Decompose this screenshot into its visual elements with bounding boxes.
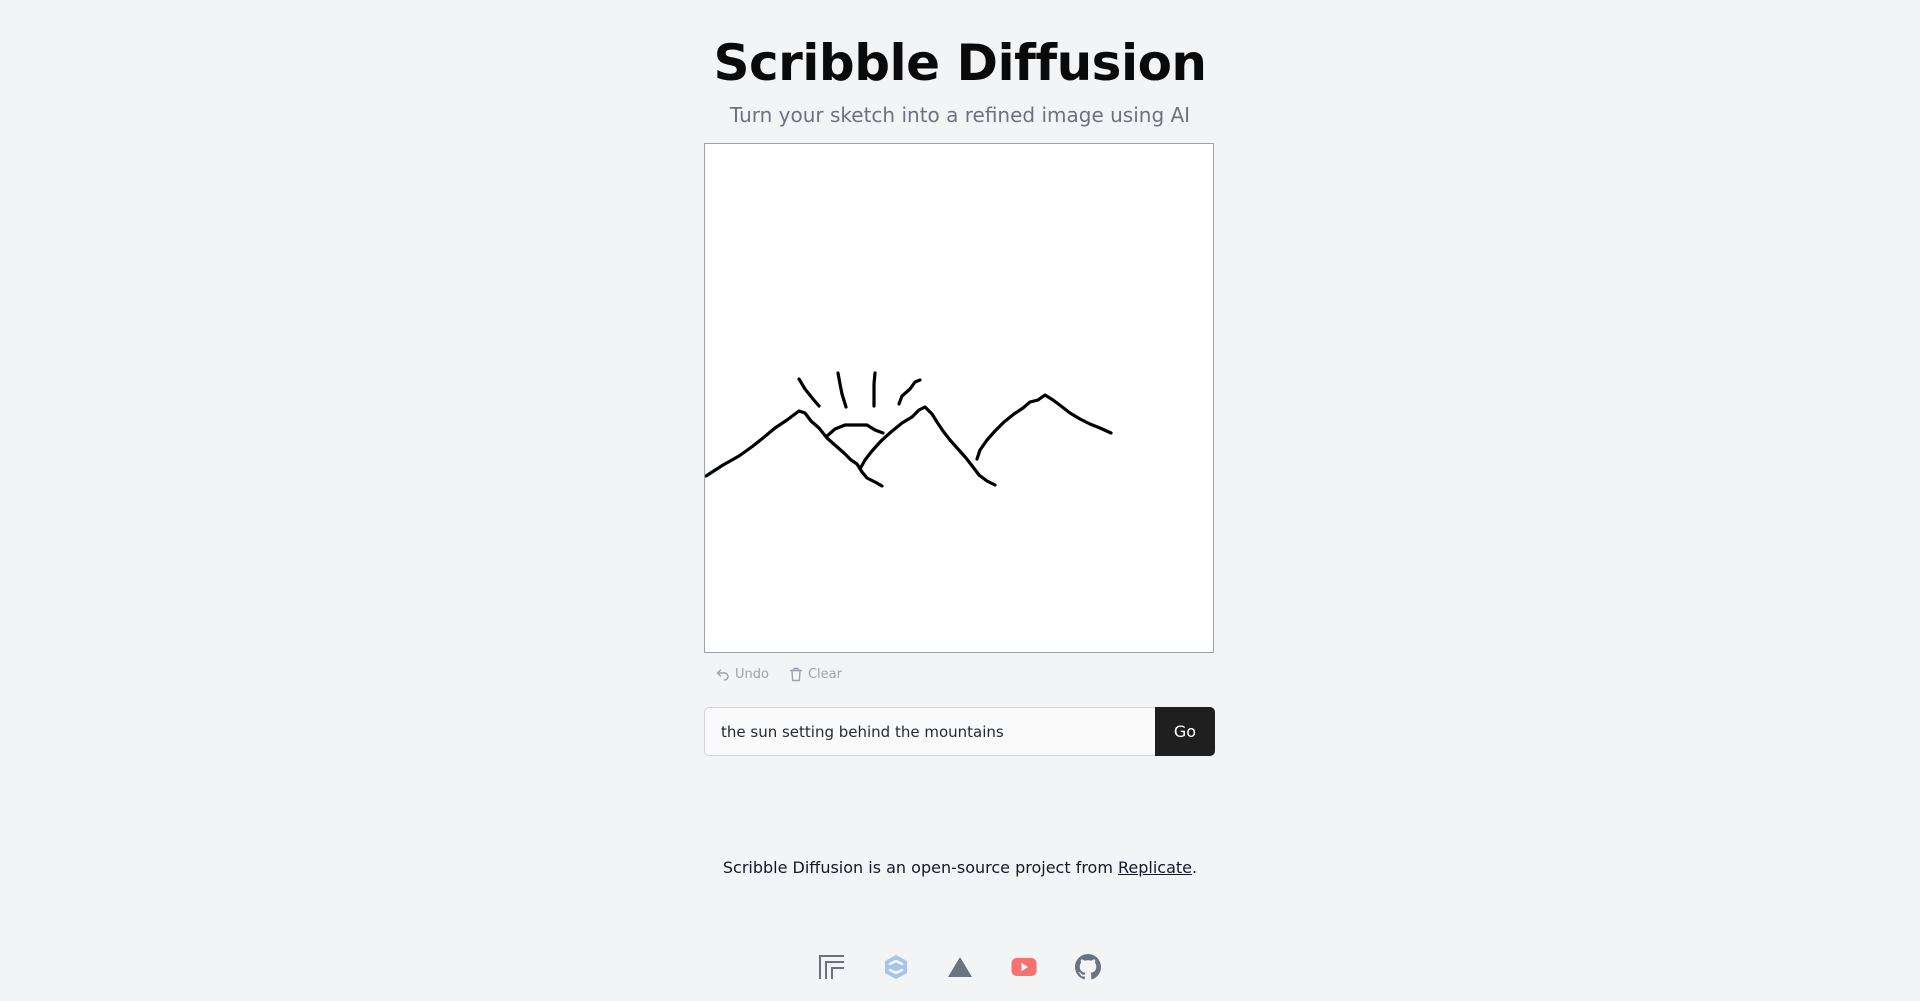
undo-label: Undo (735, 666, 769, 682)
prompt-input[interactable] (704, 707, 1155, 756)
sketch-drawing (705, 371, 1113, 488)
replicate-icon[interactable] (819, 954, 845, 980)
undo-icon (716, 667, 730, 681)
blog-icon[interactable] (883, 954, 909, 980)
undo-button[interactable]: Undo (716, 667, 769, 682)
page: Scribble Diffusion Turn your sketch into… (0, 0, 1920, 1001)
clear-button[interactable]: Clear (789, 667, 842, 682)
github-icon[interactable] (1075, 954, 1101, 980)
go-button[interactable]: Go (1155, 707, 1215, 756)
footer-text-before: Scribble Diffusion is an open-source pro… (722, 858, 1119, 877)
youtube-icon[interactable] (1011, 954, 1037, 980)
trash-icon (789, 667, 803, 682)
replicate-link[interactable]: Replicate (1118, 858, 1192, 877)
drawing-canvas[interactable] (704, 143, 1214, 653)
page-subtitle: Turn your sketch into a refined image us… (729, 103, 1191, 127)
page-title: Scribble Diffusion (713, 34, 1207, 92)
canvas-toolbar: Undo Clear (716, 664, 842, 684)
clear-label: Clear (807, 666, 842, 682)
footer-text: Scribble Diffusion is an open-source pro… (0, 857, 1920, 879)
social-links (0, 954, 1920, 980)
prompt-form: Go (704, 707, 1215, 756)
footer-text-after: . (1192, 858, 1198, 877)
vercel-icon[interactable] (947, 954, 973, 980)
